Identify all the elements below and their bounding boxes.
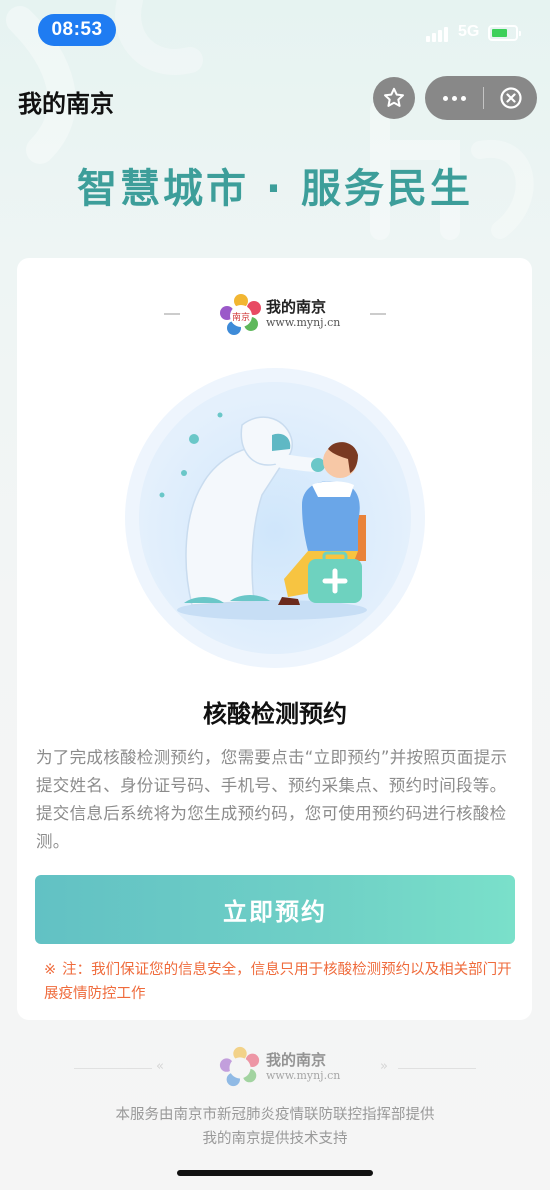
close-icon xyxy=(499,87,522,109)
divider xyxy=(164,313,180,315)
status-time: 08:53 xyxy=(38,14,116,46)
footer-logo xyxy=(219,1046,260,1087)
logo-text: 南京 xyxy=(232,311,250,323)
brand-url: www.mynj.cn xyxy=(266,316,341,329)
book-now-button[interactable]: 立即预约 xyxy=(35,875,515,944)
brand-header: 南京 我的南京 www.mynj.cn xyxy=(0,290,550,340)
footer-credits: 本服务由南京市新冠肺炎疫情联防联控指挥部提供 我的南京提供技术支持 xyxy=(0,1103,550,1151)
star-icon xyxy=(384,87,404,107)
footer-divider xyxy=(398,1068,476,1069)
more-icon xyxy=(442,95,448,101)
card-title: 核酸检测预约 xyxy=(203,700,347,728)
footer-brand-name: 我的南京 xyxy=(266,1051,327,1069)
footer-brand-url: www.mynj.cn xyxy=(266,1069,341,1082)
close-button[interactable] xyxy=(484,76,537,120)
nav-title: 我的南京 xyxy=(18,90,114,118)
nucleic-test-illustration xyxy=(125,368,425,668)
mini-program-capsule xyxy=(425,76,537,120)
privacy-notice: ※ 注：我们保证您的信息安全，信息只用于核酸检测预约以及相关部门开展疫情防控工作 xyxy=(44,958,514,1006)
page-slogan: 智慧城市 · 服务民生 xyxy=(76,166,474,212)
more-button[interactable] xyxy=(425,76,483,120)
footer-line-1: 本服务由南京市新冠肺炎疫情联防联控指挥部提供 xyxy=(115,1107,435,1123)
battery-level xyxy=(492,29,507,37)
favorite-button[interactable] xyxy=(373,77,415,119)
brand-name: 我的南京 xyxy=(266,298,327,316)
footer-divider xyxy=(74,1068,152,1069)
mynj-logo: 南京 xyxy=(220,294,261,335)
card-description: 为了完成核酸检测预约，您需要点击“立即预约”并按照页面提示提交姓名、身份证号码、… xyxy=(36,748,508,851)
footer-arrow-right-icon: » xyxy=(380,1059,388,1074)
home-indicator xyxy=(177,1170,373,1176)
notice-text: 注：我们保证您的信息安全，信息只用于核酸检测预约以及相关部门开展疫情防控工作 xyxy=(44,962,512,1002)
battery-icon xyxy=(488,25,521,41)
footer-line-2: 我的南京提供技术支持 xyxy=(202,1131,348,1147)
network-type: 5G xyxy=(458,23,480,40)
signal-icon xyxy=(426,27,448,42)
status-bar: 08:53 5G xyxy=(0,0,550,60)
divider xyxy=(370,313,386,315)
notice-mark: ※ xyxy=(44,962,57,978)
footer-brand: « 我的南京 www.mynj.cn » xyxy=(0,1045,550,1091)
footer-arrow-left-icon: « xyxy=(156,1059,164,1074)
